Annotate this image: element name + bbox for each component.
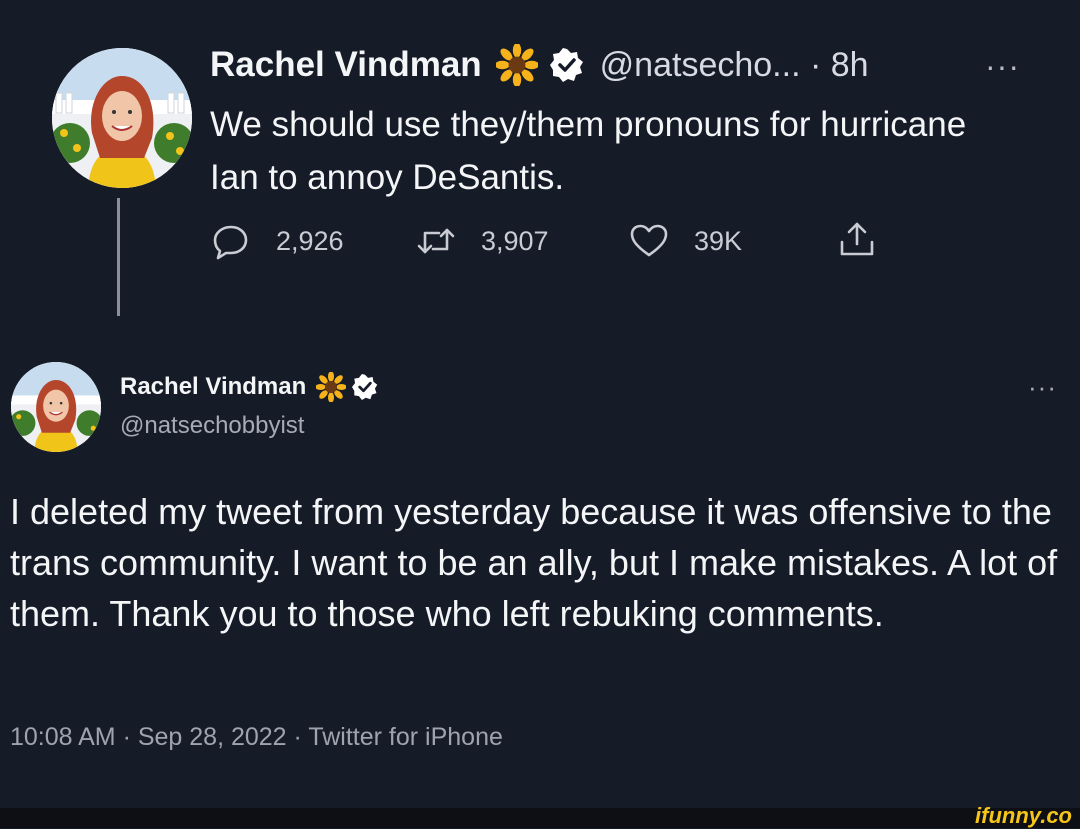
- like-icon: [630, 224, 668, 257]
- sunflower-icon: [316, 372, 347, 402]
- verified-badge-icon: [549, 48, 583, 82]
- retweet-icon: [417, 228, 455, 254]
- sunflower-icon: [495, 44, 538, 86]
- like-count: 39K: [694, 225, 743, 256]
- watermark-bar: [0, 808, 1080, 828]
- tweet-text: We should use they/them pronouns for hur…: [210, 105, 967, 197]
- author-handle[interactable]: @natsecho... · 8h: [600, 46, 869, 85]
- share-button[interactable]: [838, 220, 876, 258]
- tweet-time[interactable]: 8h: [831, 46, 869, 84]
- tweet-text: I deleted my tweet from yesterday becaus…: [10, 491, 1058, 634]
- thread-line: [117, 198, 120, 316]
- tweet-author-row: Rachel Vindman: [120, 372, 378, 402]
- share-icon: [840, 222, 874, 256]
- retweet-count: 3,907: [481, 225, 549, 256]
- avatar[interactable]: [52, 48, 192, 188]
- tweet-author-row: Rachel Vindman @natsecho... · 8h: [210, 44, 869, 86]
- more-options-button[interactable]: ···: [985, 48, 1020, 85]
- reply-button[interactable]: 2,926: [212, 222, 344, 260]
- retweet-button[interactable]: 3,907: [417, 222, 549, 260]
- author-name[interactable]: Rachel Vindman: [210, 45, 482, 85]
- time-separator: ·: [809, 45, 822, 84]
- verified-badge-icon: [352, 374, 378, 400]
- more-options-button[interactable]: ···: [1028, 372, 1057, 403]
- watermark-logo: ifunny.co: [975, 803, 1072, 828]
- reply-count: 2,926: [276, 225, 344, 256]
- author-name[interactable]: Rachel Vindman: [120, 373, 306, 401]
- author-handle[interactable]: @natsechobbyist: [120, 412, 304, 440]
- avatar-photo: [52, 48, 192, 188]
- avatar[interactable]: [11, 362, 101, 452]
- tweet-meta[interactable]: 10:08 AM · Sep 28, 2022 · Twitter for iP…: [10, 723, 503, 752]
- like-button[interactable]: 39K: [630, 222, 742, 260]
- avatar-photo: [11, 362, 101, 452]
- reply-icon: [213, 225, 248, 260]
